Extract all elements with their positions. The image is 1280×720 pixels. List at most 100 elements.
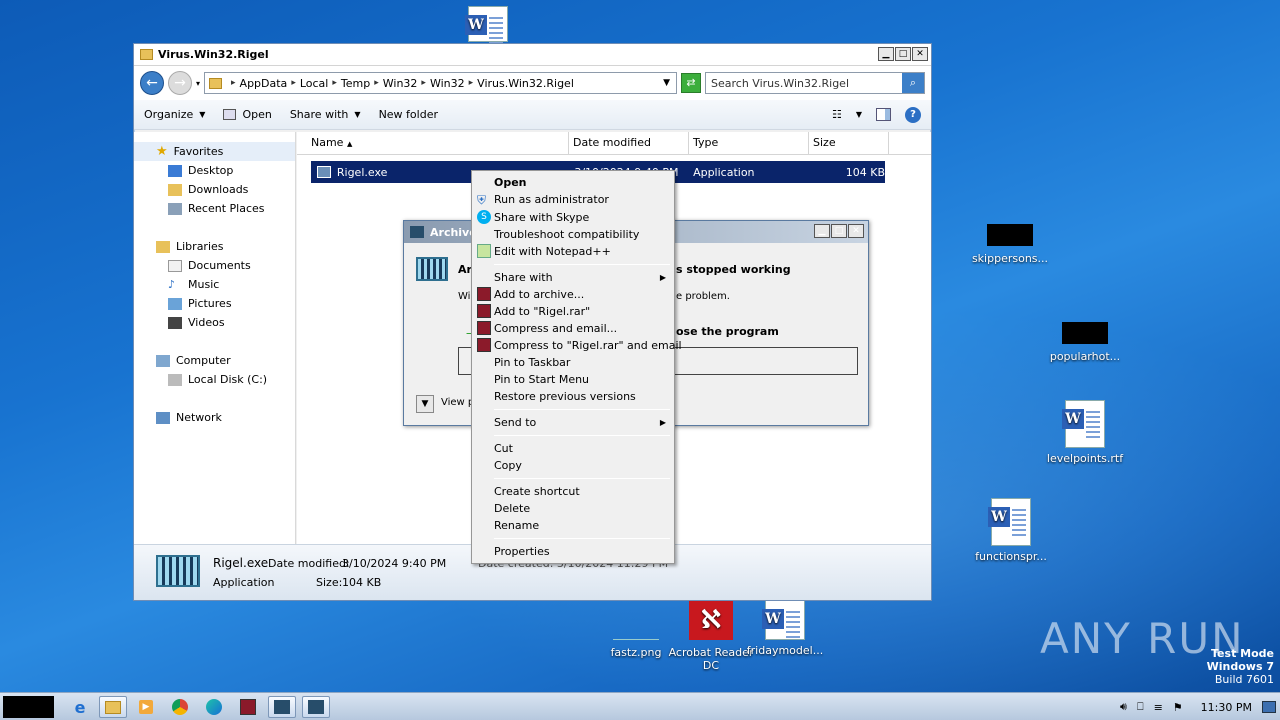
usb-icon[interactable]: ≡ xyxy=(1154,701,1163,714)
internet-explorer-icon[interactable]: e xyxy=(66,696,94,718)
maximize-button[interactable]: □ xyxy=(895,47,911,61)
search-input[interactable]: Search Virus.Win32.Rigel ⌕ xyxy=(705,72,925,94)
breadcrumb-item[interactable]: Virus.Win32.Rigel xyxy=(477,77,574,90)
media-player-icon[interactable]: ▶ xyxy=(132,696,160,718)
nav-downloads[interactable]: Downloads xyxy=(134,180,295,199)
window-titlebar[interactable]: Virus.Win32.Rigel ▁ □ ✕ xyxy=(134,44,931,66)
organize-button[interactable]: Organize ▼ xyxy=(144,108,205,121)
column-size[interactable]: Size xyxy=(809,132,889,154)
nav-local-disk[interactable]: Local Disk (C:) xyxy=(134,370,295,389)
winrar-taskbar-icon[interactable] xyxy=(234,696,262,718)
menu-item-cut[interactable]: Cut xyxy=(494,442,513,455)
open-button[interactable]: Open xyxy=(223,108,272,121)
pictures-icon xyxy=(168,297,182,310)
nav-music[interactable]: ♪ Music xyxy=(134,275,295,294)
nav-desktop[interactable]: Desktop xyxy=(134,161,295,180)
refresh-icon[interactable]: ⇄ xyxy=(681,73,701,93)
menu-item-restore-versions[interactable]: Restore previous versions xyxy=(494,390,636,403)
address-bar[interactable]: ▸ AppData ▸ Local ▸ Temp ▸ Win32 ▸ Win32… xyxy=(204,72,677,94)
close-program-option[interactable]: ose the program xyxy=(676,325,779,338)
breadcrumb-item[interactable]: Win32 xyxy=(430,77,465,90)
address-dropdown-icon[interactable]: ▼ xyxy=(663,78,670,88)
column-type[interactable]: Type xyxy=(689,132,809,154)
nav-favorites[interactable]: ★ Favorites xyxy=(134,142,295,161)
expand-details-chevron-icon[interactable]: ▼ xyxy=(416,395,434,413)
menu-item-compress-email[interactable]: Compress and email... xyxy=(494,322,617,335)
nav-label: Pictures xyxy=(188,297,232,310)
minimize-button[interactable]: ▁ xyxy=(878,47,894,61)
chrome-icon[interactable] xyxy=(166,696,194,718)
menu-item-pin-start[interactable]: Pin to Start Menu xyxy=(494,373,589,386)
menu-item-add-archive[interactable]: Add to archive... xyxy=(494,288,584,301)
dialog-minimize-button[interactable]: ▁ xyxy=(814,224,830,238)
menu-item-edit-notepadpp[interactable]: Edit with Notepad++ xyxy=(494,245,611,258)
menu-item-pin-taskbar[interactable]: Pin to Taskbar xyxy=(494,356,570,369)
menu-separator xyxy=(494,409,670,410)
menu-item-create-shortcut[interactable]: Create shortcut xyxy=(494,485,580,498)
menu-item-copy[interactable]: Copy xyxy=(494,459,522,472)
disk-icon xyxy=(168,373,182,386)
share-with-button[interactable]: Share with ▼ xyxy=(290,108,361,121)
edge-icon[interactable] xyxy=(200,696,228,718)
network-tray-icon[interactable]: ⎕ xyxy=(1137,700,1144,714)
menu-separator xyxy=(494,478,670,479)
search-icon[interactable]: ⌕ xyxy=(902,73,924,93)
menu-item-send-to[interactable]: Send to xyxy=(494,416,536,429)
desktop-icon-top-doc[interactable]: W xyxy=(440,6,536,46)
column-date-modified[interactable]: Date modified xyxy=(569,132,689,154)
show-desktop-icon[interactable] xyxy=(1262,701,1276,713)
view-chevron-down-icon[interactable]: ▼ xyxy=(856,110,862,119)
back-button[interactable]: ← xyxy=(140,71,164,95)
menu-item-share-with[interactable]: Share with xyxy=(494,271,553,284)
nav-label: Favorites xyxy=(173,145,224,158)
nav-recent-places[interactable]: Recent Places xyxy=(134,199,295,218)
menu-item-troubleshoot[interactable]: Troubleshoot compatibility xyxy=(494,228,639,241)
context-menu[interactable]: Open ⛨ Run as administrator S Share with… xyxy=(471,170,682,564)
preview-pane-icon[interactable] xyxy=(876,108,891,121)
nav-libraries[interactable]: Libraries xyxy=(134,237,295,256)
menu-item-share-skype[interactable]: Share with Skype xyxy=(494,211,589,224)
archivo-dialog-taskbar-icon[interactable] xyxy=(302,696,330,718)
desktop-icon-fridaymodel[interactable]: W fridaymodel... xyxy=(737,600,833,657)
view-options-icon[interactable]: ☷ xyxy=(832,108,842,121)
menu-item-properties[interactable]: Properties xyxy=(494,545,550,558)
breadcrumb-item[interactable]: Temp xyxy=(341,77,370,90)
column-name[interactable]: Name ▲ xyxy=(297,132,569,154)
system-tray: 🔊︎ ⎕ ≡ ⚑ 11:30 PM xyxy=(1120,693,1276,720)
menu-item-open[interactable]: Open xyxy=(494,176,527,189)
desktop-icon-functionspr[interactable]: W functionspr... xyxy=(963,498,1059,563)
forward-button[interactable]: → xyxy=(168,71,192,95)
action-center-flag-icon[interactable]: ⚑ xyxy=(1173,701,1183,714)
new-folder-button[interactable]: New folder xyxy=(379,108,438,121)
breadcrumb-item[interactable]: Local xyxy=(300,77,329,90)
volume-icon[interactable]: 🔊︎ xyxy=(1120,700,1127,714)
nav-documents[interactable]: Documents xyxy=(134,256,295,275)
desktop-icon-popularhot[interactable]: popularhot... xyxy=(1037,322,1133,363)
nav-videos[interactable]: Videos xyxy=(134,313,295,332)
dialog-close-button[interactable]: ✕ xyxy=(848,224,864,238)
menu-item-run-as-admin[interactable]: Run as administrator xyxy=(494,193,609,206)
help-icon[interactable]: ? xyxy=(905,106,921,123)
nav-pictures[interactable]: Pictures xyxy=(134,294,295,313)
word-doc-icon: W xyxy=(1062,400,1105,448)
desktop-icon-levelpoints[interactable]: W levelpoints.rtf xyxy=(1037,400,1133,465)
menu-item-delete[interactable]: Delete xyxy=(494,502,530,515)
nav-computer[interactable]: Computer xyxy=(134,351,295,370)
nav-network[interactable]: Network xyxy=(134,408,295,427)
menu-item-rename[interactable]: Rename xyxy=(494,519,539,532)
nav-label: Recent Places xyxy=(188,202,265,215)
menu-item-compress-rigel-email[interactable]: Compress to "Rigel.rar" and email xyxy=(494,339,682,352)
desktop-icon-skippersons[interactable]: skippersons... xyxy=(962,224,1058,265)
explorer-taskbar-icon[interactable] xyxy=(99,696,127,718)
breadcrumb-item[interactable]: AppData xyxy=(240,77,288,90)
view-problem-details-link[interactable]: View p xyxy=(441,397,474,408)
close-button[interactable]: ✕ xyxy=(912,47,928,61)
clock[interactable]: 11:30 PM xyxy=(1201,701,1252,714)
archivo-taskbar-icon[interactable] xyxy=(268,696,296,718)
menu-item-add-rigel-rar[interactable]: Add to "Rigel.rar" xyxy=(494,305,590,318)
start-button[interactable] xyxy=(3,696,54,718)
breadcrumb-separator: ▸ xyxy=(468,78,474,88)
breadcrumb-item[interactable]: Win32 xyxy=(383,77,418,90)
dialog-maximize-button[interactable]: □ xyxy=(831,224,847,238)
recent-pages-chevron-icon[interactable]: ▾ xyxy=(196,79,200,88)
